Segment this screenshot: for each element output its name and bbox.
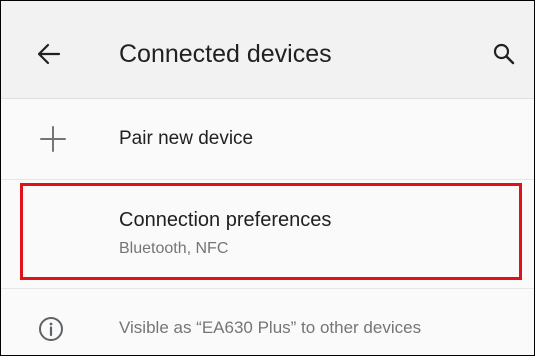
app-bar: Connected devices bbox=[1, 1, 534, 99]
pair-new-device-label: Pair new device bbox=[119, 128, 254, 149]
connection-preferences-summary: Bluetooth, NFC bbox=[119, 240, 229, 257]
connection-preferences-item[interactable]: Connection preferences Bluetooth, NFC bbox=[1, 181, 534, 289]
settings-screen: Connected devices Pair new device Connec… bbox=[0, 0, 535, 356]
arrow-back-icon bbox=[37, 43, 61, 65]
connection-preferences-label: Connection preferences bbox=[119, 209, 332, 231]
plus-icon bbox=[40, 126, 66, 152]
search-icon bbox=[493, 43, 515, 65]
pair-new-device-item[interactable]: Pair new device bbox=[1, 99, 534, 180]
info-icon bbox=[39, 317, 63, 341]
visibility-info-item: Visible as “EA630 Plus” to other devices bbox=[1, 290, 534, 355]
visibility-info-text: Visible as “EA630 Plus” to other devices bbox=[119, 318, 422, 337]
search-button[interactable] bbox=[484, 34, 524, 74]
page-title: Connected devices bbox=[119, 40, 332, 68]
back-button[interactable] bbox=[27, 32, 71, 76]
